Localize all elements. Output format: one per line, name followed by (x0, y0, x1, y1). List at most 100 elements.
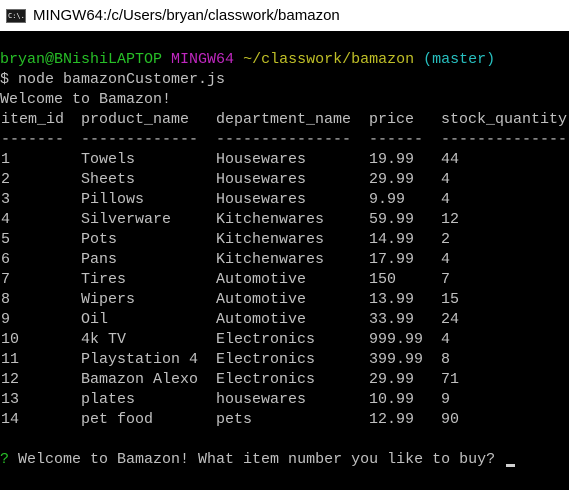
table-cell: Automotive (216, 271, 307, 288)
table-cell: 999.99 (369, 331, 424, 348)
table-row: 11 Playstation 4 Electronics 399.99 8 (0, 350, 569, 370)
table-cell: 71 (441, 371, 460, 388)
terminal-window: C:\. MINGW64:/c/Users/bryan/classwork/ba… (0, 0, 569, 490)
table-cell: 29.99 (369, 171, 415, 188)
table-cell: 9 (1, 311, 11, 328)
table-header-cell: department_name (216, 111, 352, 128)
table-cell: Automotive (216, 311, 307, 328)
table-row: 14 pet food pets 12.99 90 (0, 410, 569, 430)
table-cell: 19.99 (369, 151, 415, 168)
table-cell: 4 (441, 191, 451, 208)
table-cell: 13 (1, 391, 20, 408)
table-cell: 399.99 (369, 351, 424, 368)
table-row: 9 Oil Automotive 33.99 24 (0, 310, 569, 330)
table-cell: Towels (81, 151, 136, 168)
table-cell: 150 (369, 271, 397, 288)
table-cell: Pans (81, 251, 118, 268)
table-cell: Playstation 4 (81, 351, 199, 368)
table-cell: 3 (1, 191, 11, 208)
table-cell: 12 (441, 211, 460, 228)
command-line: $ node bamazonCustomer.js (0, 71, 226, 88)
title-bar[interactable]: C:\. MINGW64:/c/Users/bryan/classwork/ba… (0, 0, 569, 31)
table-cell: plates (81, 391, 136, 408)
table-cell: Kitchenwares (216, 231, 325, 248)
table-cell: 15 (441, 291, 460, 308)
table-cell: 6 (1, 251, 11, 268)
table-cell: 1 (1, 151, 11, 168)
table-body: 1 Towels Housewares 19.99 44 2 Sheets Houseware… (0, 150, 569, 430)
table-cell: pet food (81, 411, 154, 428)
table-cell: Electronics (216, 331, 316, 348)
table-row: 4 Silverware Kitchenwares 59.99 12 (0, 210, 569, 230)
table-row: 6 Pans Kitchenwares 17.99 4 (0, 250, 569, 270)
table-cell: 4 (1, 211, 11, 228)
table-cell: Electronics (216, 371, 316, 388)
table-cell: 29.99 (369, 371, 415, 388)
table-cell: 24 (441, 311, 460, 328)
table-cell: 59.99 (369, 211, 415, 228)
table-cell: 90 (441, 411, 460, 428)
table-cell: Housewares (216, 191, 307, 208)
welcome-line: Welcome to Bamazon! (0, 91, 172, 108)
question-text: Welcome to Bamazon! What item number you… (9, 451, 505, 468)
table-header-row: item_id product_name department_name pri… (0, 110, 569, 130)
table-row: 1 Towels Housewares 19.99 44 (0, 150, 569, 170)
table-cell: Wipers (81, 291, 136, 308)
table-cell: 12 (1, 371, 20, 388)
table-row: 12 Bamazon Alexo Electronics 29.99 71 (0, 370, 569, 390)
prompt-user-host: bryan@BNishiLAPTOP (0, 51, 163, 68)
question-line[interactable]: ? Welcome to Bamazon! What item number y… (0, 450, 569, 470)
table-cell: 11 (1, 351, 20, 368)
table-cell: pets (216, 411, 253, 428)
table-cell: 7 (441, 271, 451, 288)
table-cell: Pillows (81, 191, 145, 208)
table-cell: 13.99 (369, 291, 415, 308)
prompt-branch: (master) (423, 51, 496, 68)
table-cell: 8 (1, 291, 11, 308)
table-cell: Oil (81, 311, 109, 328)
table-cell: 9 (441, 391, 451, 408)
table-separator: --------------- (216, 131, 352, 148)
table-cell: Sheets (81, 171, 136, 188)
prompt-path: ~/classwork/bamazon (243, 51, 415, 68)
prompt-shell: MINGW64 (171, 51, 235, 68)
table-cell: 9.99 (369, 191, 406, 208)
table-cell: 8 (441, 351, 451, 368)
terminal-output[interactable]: bryan@BNishiLAPTOP MINGW64 ~/classwork/b… (0, 50, 569, 490)
table-row: 13 plates housewares 10.99 9 (0, 390, 569, 410)
table-cell: 7 (1, 271, 11, 288)
table-row: 5 Pots Kitchenwares 14.99 2 (0, 230, 569, 250)
table-cell: Bamazon Alexo (81, 371, 199, 388)
table-cell: 44 (441, 151, 460, 168)
table-header-cell: price (369, 111, 415, 128)
table-cell: 10 (1, 331, 20, 348)
table-row: 8 Wipers Automotive 13.99 15 (0, 290, 569, 310)
table-separator-row: ------- ------------- --------------- --… (0, 130, 569, 150)
table-cell: Kitchenwares (216, 211, 325, 228)
table-separator: ------------- (81, 131, 199, 148)
table-cell: Pots (81, 231, 118, 248)
table-cell: Housewares (216, 151, 307, 168)
table-header-cell: stock_quantity (441, 111, 568, 128)
table-header-cell: product_name (81, 111, 190, 128)
table-separator: -------------- (441, 131, 568, 148)
table-cell: Housewares (216, 171, 307, 188)
table-row: 3 Pillows Housewares 9.99 4 (0, 190, 569, 210)
table-separator: ------- (1, 131, 65, 148)
table-header-cell: item_id (1, 111, 65, 128)
table-row: 2 Sheets Housewares 29.99 4 (0, 170, 569, 190)
window-title: MINGW64:/c/Users/bryan/classwork/bamazon (33, 7, 340, 24)
table-cell: Automotive (216, 291, 307, 308)
table-separator: ------ (369, 131, 424, 148)
table-cell: 2 (1, 171, 11, 188)
table-cell: 12.99 (369, 411, 415, 428)
table-cell: 4 (441, 171, 451, 188)
table-cell: 14.99 (369, 231, 415, 248)
table-cell: Electronics (216, 351, 316, 368)
table-cell: 17.99 (369, 251, 415, 268)
table-cell: Kitchenwares (216, 251, 325, 268)
table-cell: Tires (81, 271, 127, 288)
prompt-line: bryan@BNishiLAPTOP MINGW64 ~/classwork/b… (0, 50, 569, 70)
table-cell: housewares (216, 391, 307, 408)
